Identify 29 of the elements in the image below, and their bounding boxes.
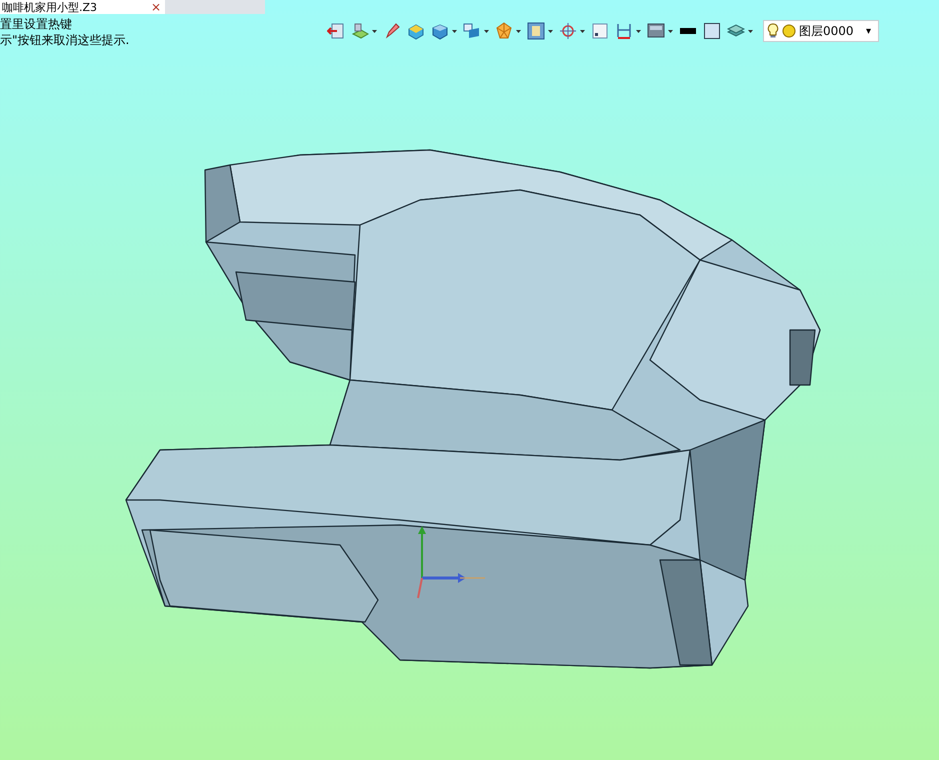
- view-icon[interactable]: [463, 22, 481, 40]
- caret-icon[interactable]: [452, 30, 457, 32]
- circle-icon: [782, 24, 796, 38]
- pencil-icon[interactable]: [383, 22, 401, 40]
- hint-text: 示"按钮来取消这些提示.: [0, 32, 130, 48]
- caret-icon[interactable]: [668, 30, 673, 32]
- caret-icon[interactable]: [580, 30, 585, 32]
- box-icon[interactable]: [407, 22, 425, 40]
- small-frame-icon[interactable]: [591, 22, 609, 40]
- caret-icon[interactable]: [516, 30, 521, 32]
- axis-triad-icon: [417, 526, 485, 598]
- caret-icon[interactable]: [548, 30, 553, 32]
- square-icon[interactable]: [703, 22, 721, 40]
- cube-icon[interactable]: [431, 22, 449, 40]
- target-icon[interactable]: [559, 22, 577, 40]
- layer-dropdown[interactable]: 图层0000 ▾: [763, 20, 879, 42]
- close-tab-button[interactable]: ×: [150, 1, 161, 14]
- document-tab[interactable]: 咖啡机家用小型.Z3 ×: [0, 0, 165, 14]
- exit-icon[interactable]: [327, 22, 345, 40]
- frame-icon[interactable]: [527, 22, 545, 40]
- dimension-icon[interactable]: [615, 22, 633, 40]
- sketch-icon[interactable]: [351, 22, 369, 40]
- monitor-icon[interactable]: [647, 22, 665, 40]
- caret-icon[interactable]: [748, 30, 753, 32]
- caret-icon[interactable]: [484, 30, 489, 32]
- hint-text: 置里设置热键: [0, 16, 73, 32]
- light-bulb-icon: [767, 23, 779, 39]
- caret-icon[interactable]: [372, 30, 377, 32]
- caret-icon[interactable]: [636, 30, 641, 32]
